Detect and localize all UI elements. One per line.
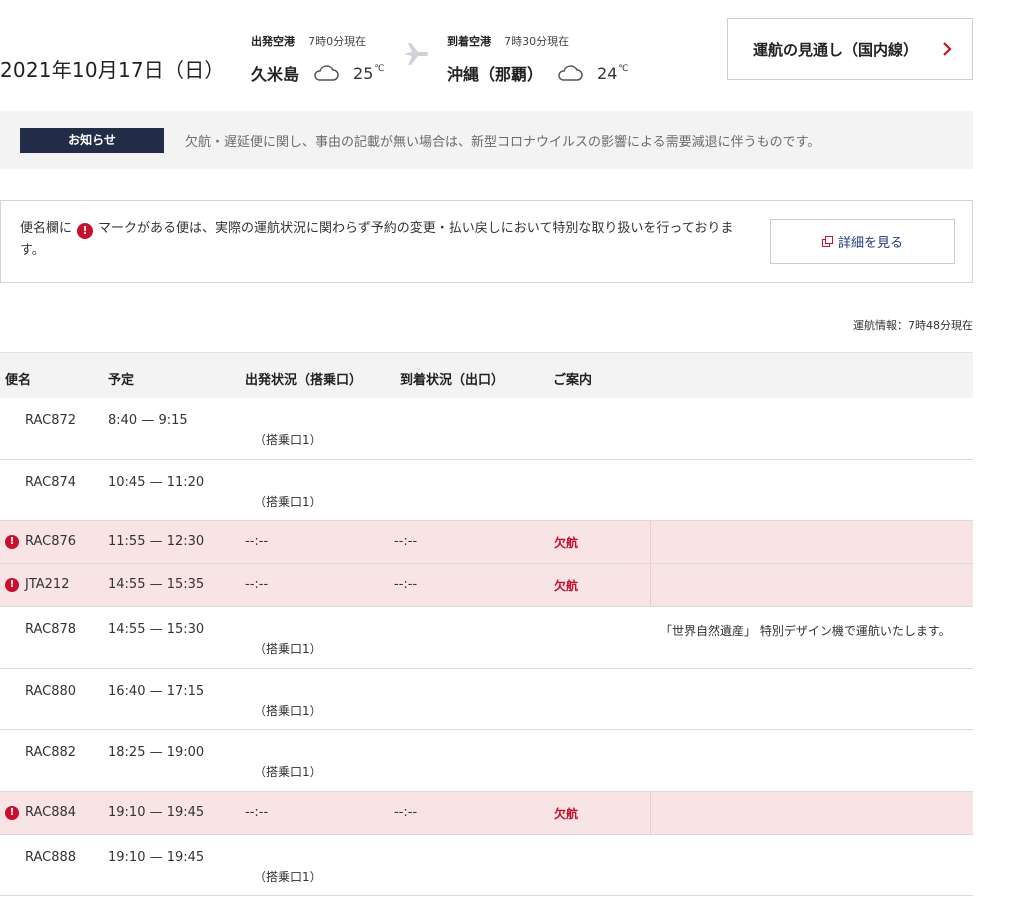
boarding-gate: （搭乗口1） — [254, 703, 322, 718]
flight-schedule: 10:45 — 11:20 — [108, 474, 205, 490]
flight-schedule: 8:40 — 9:15 — [108, 413, 188, 428]
column-divider — [650, 564, 651, 606]
flight-number: RAC878 — [25, 622, 77, 637]
col-departure: 出発状況（搭乗口） — [245, 373, 363, 388]
table-row: RAC888 19:10 — 19:45 （搭乗口1） — [0, 835, 973, 896]
special-handling-info: 便名欄に! マークがある便は、実際の運航状況に関わらず予約の変更・払い戻しにおいて… — [0, 200, 973, 283]
departure-status: --:-- — [245, 804, 269, 820]
cancelled-status: 欠航 — [554, 806, 579, 821]
arrival-temp: 24℃ — [597, 63, 629, 83]
departure-airport: 出発空港 7時0分現在 久米島 25℃ — [251, 30, 384, 85]
flight-schedule: 14:55 — 15:30 — [108, 622, 205, 637]
cancelled-status: 欠航 — [554, 536, 579, 550]
arrival-airport: 到着空港 7時30分現在 沖縄（那覇） 24℃ — [447, 30, 628, 85]
view-details-label: 詳細を見る — [837, 236, 903, 251]
departure-status: --:-- — [245, 577, 269, 592]
flight-schedule: 19:10 — 19:45 — [108, 849, 205, 865]
notice-tag: お知らせ — [20, 128, 164, 153]
arrival-asof: 7時30分現在 — [504, 35, 570, 48]
table-row: RAC872 8:40 — 9:15 （搭乗口1） — [0, 398, 973, 460]
flight-date: 2021年10月17日（日） — [0, 58, 225, 82]
exclamation-icon: ! — [5, 805, 19, 820]
flight-number: RAC884 — [25, 804, 77, 820]
view-details-button[interactable]: 詳細を見る — [770, 219, 955, 264]
arrival-status: --:-- — [394, 534, 418, 549]
column-divider — [650, 521, 651, 563]
table-row: RAC880 16:40 — 17:15 （搭乗口1） — [0, 669, 973, 730]
column-divider — [650, 791, 651, 834]
col-info: ご案内 — [553, 373, 593, 388]
table-row-cancelled: ! JTA212 14:55 — 15:35 --:-- --:-- 欠航 — [0, 564, 973, 607]
table-row: RAC874 10:45 — 11:20 （搭乗口1） — [0, 460, 973, 521]
cloud-icon — [314, 65, 339, 81]
flight-schedule: 11:55 — 12:30 — [108, 534, 205, 549]
notice-bar: お知らせ 欠航・遅延便に関し、事由の記載が無い場合は、新型コロナウイルスの影響に… — [0, 111, 973, 169]
flight-schedule: 16:40 — 17:15 — [108, 683, 205, 699]
table-header: 便名 予定 出発状況（搭乗口） 到着状況（出口） ご案内 — [0, 352, 973, 398]
flight-schedule: 14:55 — 15:35 — [108, 577, 205, 592]
flight-schedule: 18:25 — 19:00 — [108, 745, 205, 760]
notice-message: 欠航・遅延便に関し、事由の記載が無い場合は、新型コロナウイルスの影響による需要減… — [185, 135, 821, 150]
flight-number: RAC880 — [25, 683, 77, 699]
cancelled-status: 欠航 — [554, 579, 579, 593]
col-flight: 便名 — [5, 373, 32, 388]
flight-note: 「世界自然遺産」 特別デザイン機で運航いたします。 — [660, 624, 951, 638]
boarding-gate: （搭乗口1） — [254, 494, 322, 509]
flight-number: JTA212 — [25, 577, 70, 592]
flight-number: RAC872 — [25, 413, 77, 428]
boarding-gate: （搭乗口1） — [254, 433, 322, 447]
departure-asof: 7時0分現在 — [308, 35, 367, 48]
arrival-status: --:-- — [394, 804, 418, 820]
arrival-name: 沖縄（那覇） — [447, 65, 544, 84]
departure-label: 出発空港 — [251, 35, 295, 48]
table-row: RAC878 14:55 — 15:30 （搭乗口1） 「世界自然遺産」 特別デ… — [0, 607, 973, 669]
table-row-cancelled: ! RAC884 19:10 — 19:45 --:-- --:-- 欠航 — [0, 791, 973, 835]
arrival-label: 到着空港 — [447, 35, 491, 48]
exclamation-icon: ! — [5, 535, 19, 549]
exclamation-icon: ! — [5, 578, 19, 592]
external-link-icon — [821, 236, 833, 247]
departure-status: --:-- — [245, 534, 269, 549]
departure-name: 久米島 — [251, 65, 300, 84]
boarding-gate: （搭乗口1） — [254, 765, 322, 779]
flight-table: 便名 予定 出発状況（搭乗口） 到着状況（出口） ご案内 RAC872 8:40… — [0, 352, 973, 896]
arrival-status: --:-- — [394, 577, 418, 592]
departure-temp: 25℃ — [353, 63, 385, 83]
table-row: RAC882 18:25 — 19:00 （搭乗口1） — [0, 730, 973, 792]
flight-number: RAC874 — [25, 474, 77, 490]
col-arrival: 到着状況（出口） — [400, 373, 505, 388]
flight-number: RAC882 — [25, 745, 77, 760]
boarding-gate: （搭乗口1） — [254, 869, 322, 884]
table-row-cancelled: ! RAC876 11:55 — 12:30 --:-- --:-- 欠航 — [0, 521, 973, 564]
cloud-icon — [558, 65, 583, 81]
operation-outlook-label: 運航の見通し（国内線） — [753, 40, 919, 59]
col-schedule: 予定 — [108, 373, 135, 388]
special-handling-text: 便名欄に! マークがある便は、実際の運航状況に関わらず予約の変更・払い戻しにおいて… — [20, 221, 734, 258]
flight-number: RAC876 — [25, 534, 77, 549]
flight-number: RAC888 — [25, 849, 77, 865]
flight-header: 2021年10月17日（日） 出発空港 7時0分現在 久米島 25℃ 到着空港 … — [0, 0, 1024, 100]
operation-info-timestamp: 運航情報：7時48分現在 — [853, 319, 973, 332]
chevron-right-icon — [943, 42, 952, 56]
exclamation-icon: ! — [77, 223, 94, 239]
flight-schedule: 19:10 — 19:45 — [108, 804, 205, 820]
airplane-icon — [404, 43, 428, 65]
boarding-gate: （搭乗口1） — [254, 642, 322, 656]
operation-outlook-button[interactable]: 運航の見通し（国内線） — [727, 18, 973, 80]
